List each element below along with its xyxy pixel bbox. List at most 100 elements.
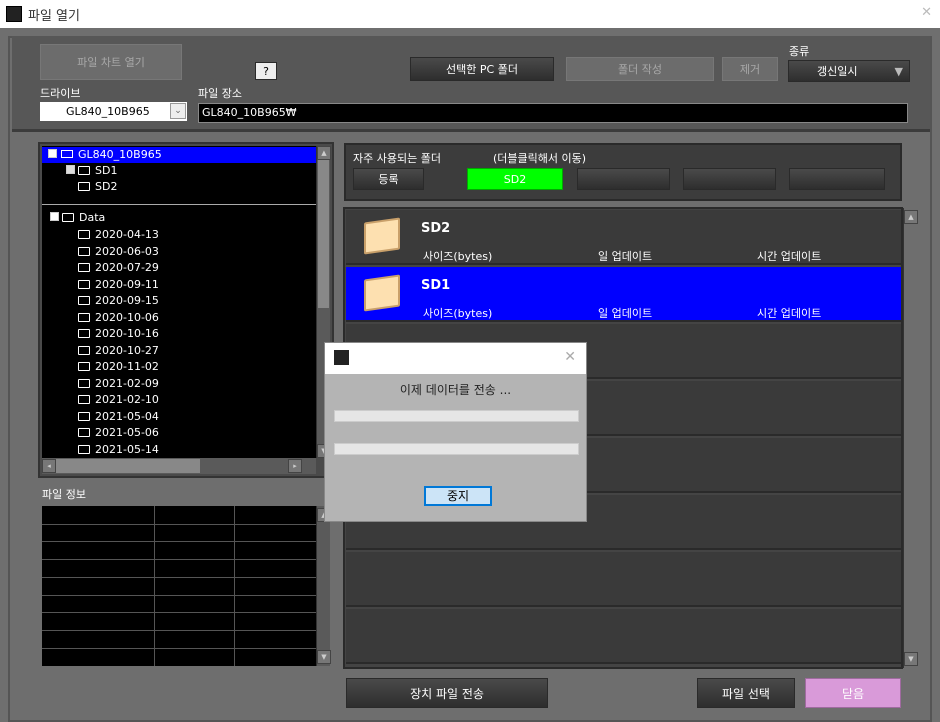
remove-button[interactable]: 제거	[722, 57, 778, 81]
app-icon	[334, 350, 349, 365]
grid-line	[42, 594, 316, 596]
tree-horizontal-scrollbar[interactable]: ◂ ▸	[42, 458, 316, 474]
grid-line	[42, 629, 316, 631]
tree-item-sd1[interactable]: SD1	[66, 163, 117, 179]
favorite-slot-1[interactable]: SD2	[467, 168, 563, 190]
tree-item-date[interactable]: 2021-05-06	[78, 425, 159, 441]
folder-icon	[78, 345, 90, 355]
tree-divider	[42, 204, 316, 205]
tree-item-date[interactable]: 2020-09-15	[78, 293, 159, 309]
collapse-icon[interactable]	[50, 212, 59, 221]
grid-line	[42, 576, 316, 578]
open-file-chart-button[interactable]: 파일 차트 열기	[40, 44, 182, 80]
folder-icon	[78, 378, 90, 388]
folder-icon	[78, 362, 90, 371]
file-date: 일 업데이트	[598, 307, 653, 320]
location-value: GL840_10B965₩	[202, 106, 297, 119]
tree-item-date[interactable]: 2020-10-27	[78, 343, 159, 359]
grid-line	[42, 523, 316, 525]
tree-item-date[interactable]: 2021-05-14	[78, 442, 159, 458]
file-row[interactable]: SD1 사이즈(bytes) 일 업데이트 시간 업데이트	[346, 267, 901, 322]
empty-row[interactable]	[346, 552, 901, 607]
folder-icon	[78, 263, 90, 272]
file-time: 시간 업데이트	[757, 250, 822, 263]
folder-icon	[78, 230, 90, 239]
scroll-right-button[interactable]: ▸	[288, 459, 302, 473]
folder-tree[interactable]: GL840_10B965 SD1 SD2 Data 2020-04-13 2020…	[42, 146, 316, 458]
drive-select[interactable]: GL840_10B965 ⌄	[40, 102, 187, 121]
progress-bar-1	[334, 410, 579, 422]
file-name: SD1	[421, 278, 451, 293]
help-button[interactable]: ?	[255, 62, 277, 80]
create-folder-button[interactable]: 폴더 작성	[566, 57, 714, 81]
empty-row[interactable]	[346, 609, 901, 664]
chevron-down-icon: ▼	[894, 64, 903, 78]
tree-item-date[interactable]: 2021-02-10	[78, 392, 159, 408]
location-label: 파일 장소	[198, 87, 242, 100]
location-input[interactable]: GL840_10B965₩	[198, 103, 908, 123]
file-list-scrollbar[interactable]: ▲ ▼	[903, 208, 919, 668]
tree-item-date[interactable]: 2020-10-16	[78, 326, 159, 342]
register-button[interactable]: 등록	[353, 168, 424, 190]
grid-line	[154, 506, 155, 666]
favorite-slot-2[interactable]	[577, 168, 670, 190]
grid-line	[42, 612, 316, 614]
folder-icon	[78, 411, 90, 421]
scroll-thumb[interactable]	[318, 160, 329, 308]
folder-icon	[78, 428, 90, 437]
tree-item-data[interactable]: Data	[50, 210, 105, 226]
window-close-button[interactable]: ✕	[921, 5, 932, 20]
file-date: 일 업데이트	[598, 250, 653, 263]
expand-icon[interactable]	[66, 165, 75, 174]
sort-select[interactable]: 갱신일시 ▼	[788, 60, 910, 82]
folder-icon	[78, 312, 90, 322]
folder-icon	[78, 279, 90, 289]
tree-item-date[interactable]: 2020-06-03	[78, 244, 159, 260]
tree-item-date[interactable]: 2021-05-04	[78, 409, 159, 425]
dialog-title-bar: ✕	[325, 343, 586, 374]
grid-line	[234, 506, 235, 666]
file-size: 사이즈(bytes)	[423, 307, 493, 320]
scroll-left-button[interactable]: ◂	[42, 459, 56, 473]
scroll-thumb[interactable]	[56, 459, 200, 473]
tree-item-date[interactable]: 2020-11-02	[78, 359, 159, 375]
favorite-slot-4[interactable]	[789, 168, 885, 190]
file-size: 사이즈(bytes)	[423, 250, 493, 263]
tree-item-date[interactable]: 2020-10-06	[78, 310, 159, 326]
file-name: SD2	[421, 221, 451, 236]
scroll-down-button[interactable]: ▼	[317, 650, 331, 664]
tree-item-date[interactable]: 2020-04-13	[78, 227, 159, 243]
folder-icon	[78, 246, 90, 256]
drive-value: GL840_10B965	[66, 105, 150, 118]
file-select-button[interactable]: 파일 선택	[697, 678, 795, 708]
scroll-down-button[interactable]: ▼	[904, 652, 918, 666]
grid-line	[42, 541, 316, 543]
scroll-up-button[interactable]: ▲	[317, 146, 331, 160]
tree-item-root[interactable]: GL840_10B965	[42, 147, 316, 163]
progress-bar-2	[334, 443, 579, 455]
folder-icon	[78, 329, 90, 338]
collapse-icon[interactable]	[48, 149, 57, 158]
folder-icon	[78, 444, 90, 454]
selected-pc-folder-button[interactable]: 선택한 PC 폴더	[410, 57, 554, 81]
favorites-label: 자주 사용되는 폴더	[353, 152, 441, 165]
dialog-close-button[interactable]: ✕	[564, 349, 576, 365]
favorite-slot-3[interactable]	[683, 168, 776, 190]
folder-icon	[78, 166, 90, 175]
file-info-label: 파일 정보	[42, 488, 86, 501]
file-info-scrollbar[interactable]: ▲ ▼	[316, 506, 331, 666]
file-row[interactable]: SD2 사이즈(bytes) 일 업데이트 시간 업데이트	[346, 210, 901, 265]
stop-button[interactable]: 중지	[424, 486, 492, 506]
grid-line	[42, 647, 316, 649]
close-button[interactable]: 닫음	[805, 678, 901, 708]
device-file-transfer-button[interactable]: 장치 파일 전송	[346, 678, 548, 708]
computer-icon	[61, 150, 73, 158]
tree-item-date[interactable]: 2021-02-09	[78, 376, 159, 392]
folder-icon	[78, 296, 90, 305]
file-time: 시간 업데이트	[757, 307, 822, 320]
tree-item-date[interactable]: 2020-09-11	[78, 277, 159, 293]
tree-item-date[interactable]: 2020-07-29	[78, 260, 159, 276]
tree-item-sd2[interactable]: SD2	[78, 179, 117, 195]
drive-label: 드라이브	[40, 87, 81, 100]
scroll-up-button[interactable]: ▲	[904, 210, 918, 224]
